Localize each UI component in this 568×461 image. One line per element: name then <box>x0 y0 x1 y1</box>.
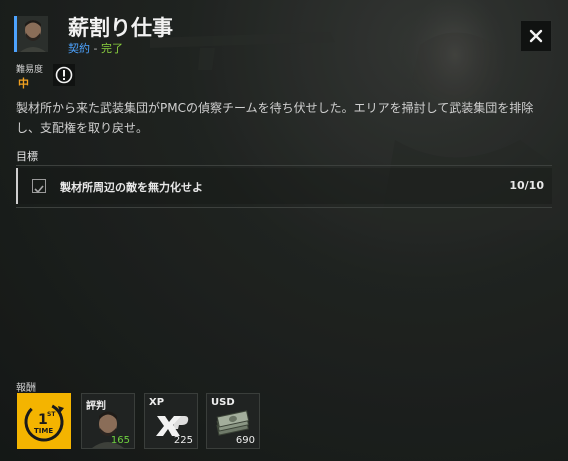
checkbox-checked-icon <box>32 179 46 194</box>
objectives-header: 目標 <box>16 150 38 163</box>
reward-reputation-amount: 165 <box>110 435 130 446</box>
mission-type: 契約 <box>68 42 90 55</box>
objective-row: 製材所周辺の敵を無力化せよ 10/10 <box>16 168 552 204</box>
mission-description: 製材所から来た武装集団がPMCの偵察チームを待ち伏せした。エリアを掃討して武装集… <box>16 101 534 135</box>
objective-progress: 10/10 <box>509 179 544 192</box>
mission-title: 薪割り仕事 <box>68 16 173 40</box>
giver-portrait <box>14 16 48 52</box>
reward-usd-amount: 690 <box>235 435 255 446</box>
reward-first-time[interactable]: 1 ST TIME <box>17 393 71 449</box>
mission-status: 完了 <box>100 42 123 55</box>
reward-reputation-label: 評判 <box>86 401 106 412</box>
portrait-image <box>17 16 48 52</box>
reward-xp[interactable]: XP 225 <box>144 393 198 449</box>
first-time-caption: TIME <box>34 427 53 435</box>
difficulty-info-button[interactable] <box>53 64 75 86</box>
mission-detail-panel: 薪割り仕事 契約 - 完了 難易度 中 製材所から来た武装集団がPMCの偵察チー… <box>0 0 568 461</box>
exclamation-icon <box>55 66 73 84</box>
reward-xp-amount: 225 <box>173 435 193 446</box>
objectives-divider <box>16 165 552 166</box>
rewards-label: 報酬 <box>16 383 36 394</box>
close-icon <box>529 29 543 43</box>
difficulty-label: 難易度 <box>16 65 44 75</box>
close-button[interactable] <box>520 20 552 52</box>
mission-subtitle: 契約 - 完了 <box>68 40 123 56</box>
subtitle-separator: - <box>90 42 101 55</box>
first-time-icon: 1 ST TIME <box>24 402 64 442</box>
first-time-suffix: ST <box>47 411 56 418</box>
reward-reputation[interactable]: 評判 165 <box>81 393 135 449</box>
reward-usd[interactable]: USD 690 <box>206 393 260 449</box>
objectives-divider-bottom <box>16 207 552 208</box>
objective-text: 製材所周辺の敵を無力化せよ <box>60 181 203 194</box>
difficulty-value: 中 <box>18 77 29 90</box>
